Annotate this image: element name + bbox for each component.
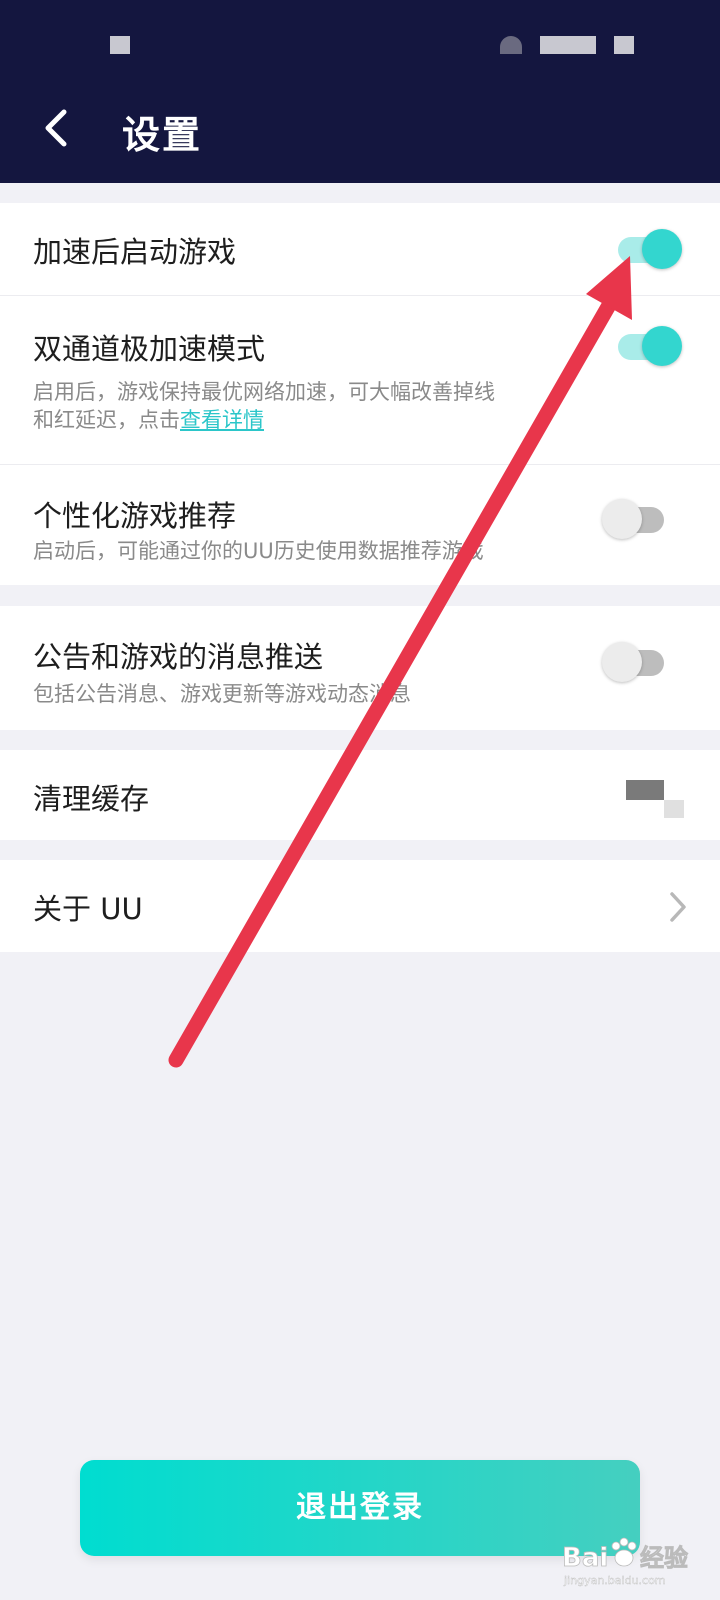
setting-description-text: 和红延迟，点击 <box>33 408 180 432</box>
dual-channel-toggle[interactable] <box>618 326 682 366</box>
setting-description-line: 和红延迟，点击查看详情 <box>33 406 495 434</box>
cache-size-value <box>626 780 664 800</box>
setting-title: 双通道极加速模式 <box>33 332 266 366</box>
setting-personalized: 个性化游戏推荐 启动后，可能通过你的UU历史使用数据推荐游戏 <box>0 465 720 585</box>
paw-icon <box>611 1537 637 1567</box>
status-bar-icon <box>110 36 130 54</box>
setting-title: 个性化游戏推荐 <box>33 499 237 533</box>
setting-notifications: 公告和游戏的消息推送 包括公告消息、游戏更新等游戏动态消息 <box>0 606 720 730</box>
back-button[interactable] <box>36 100 80 156</box>
setting-description: 启用后，游戏保持最优网络加速，可大幅改善掉线 和红延迟，点击查看详情 <box>33 378 495 434</box>
clear-cache-row[interactable]: 清理缓存 <box>0 750 720 840</box>
setting-title: 关于 UU <box>33 892 143 926</box>
settings-group-main: 加速后启动游戏 双通道极加速模式 启用后，游戏保持最优网络加速，可大幅改善掉线 … <box>0 203 720 585</box>
cache-size-value <box>664 800 684 818</box>
setting-title: 公告和游戏的消息推送 <box>33 640 324 674</box>
setting-title: 加速后启动游戏 <box>33 235 237 269</box>
page-title: 设置 <box>122 113 203 157</box>
chevron-right-icon <box>670 892 686 922</box>
setting-dual-channel: 双通道极加速模式 启用后，游戏保持最优网络加速，可大幅改善掉线 和红延迟，点击查… <box>0 296 720 464</box>
status-bar-icon <box>540 36 596 54</box>
notifications-toggle[interactable] <box>602 642 670 682</box>
launch-after-speedup-toggle[interactable] <box>618 229 682 269</box>
battery-icon <box>614 36 634 54</box>
watermark-brand: Bai <box>562 1543 608 1573</box>
watermark-suffix: 经验 <box>640 1544 688 1572</box>
setting-launch-after-speedup: 加速后启动游戏 <box>0 203 720 295</box>
baidu-jingyan-watermark: Bai 经验 jingyan.baidu.com <box>562 1537 688 1587</box>
setting-description: 包括公告消息、游戏更新等游戏动态消息 <box>33 682 411 706</box>
logout-button[interactable]: 退出登录 <box>80 1460 640 1556</box>
chevron-left-icon <box>45 109 67 147</box>
setting-description: 启动后，可能通过你的UU历史使用数据推荐游戏 <box>33 539 484 563</box>
about-row[interactable]: 关于 UU <box>0 860 720 952</box>
app-header: 设置 <box>0 0 720 183</box>
setting-description-line: 启用后，游戏保持最优网络加速，可大幅改善掉线 <box>33 380 495 404</box>
signal-icon <box>500 36 522 54</box>
personalized-toggle[interactable] <box>602 499 670 539</box>
view-details-link[interactable]: 查看详情 <box>180 408 264 432</box>
watermark-url: jingyan.baidu.com <box>563 1574 666 1587</box>
setting-title: 清理缓存 <box>33 782 150 816</box>
